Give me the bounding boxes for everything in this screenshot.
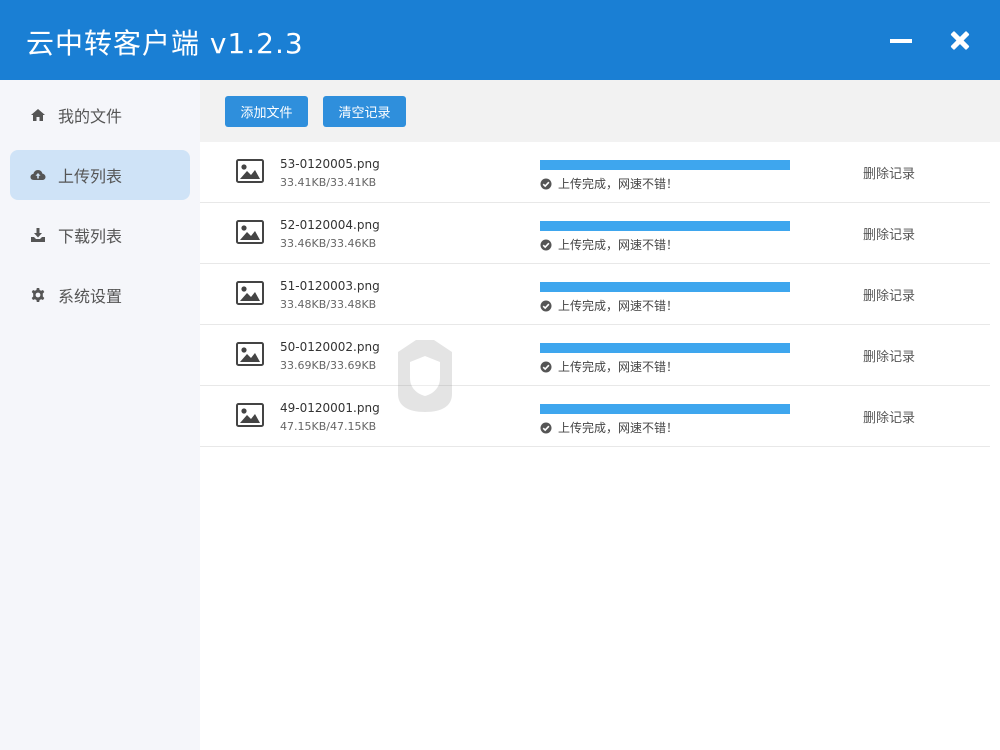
progress-bar [540, 221, 790, 231]
delete-record-link[interactable]: 删除记录 [863, 407, 915, 426]
delete-record-link[interactable]: 删除记录 [863, 285, 915, 304]
app-title: 云中转客户端 v1.2.3 [26, 27, 304, 60]
sidebar-item-label: 下载列表 [58, 227, 123, 246]
delete-record-link[interactable]: 删除记录 [863, 224, 915, 243]
file-size: 47.15KB/47.15KB [280, 420, 377, 433]
progress-bar [540, 282, 790, 292]
progress-fill [540, 343, 790, 353]
status-text: 上传完成，网速不错！ [558, 299, 679, 313]
progress-fill [540, 404, 790, 414]
delete-record-link[interactable]: 删除记录 [863, 163, 915, 182]
file-name: 50-0120002.png [280, 340, 380, 354]
progress-fill [540, 282, 790, 292]
image-file-icon [236, 403, 264, 427]
image-file-icon [236, 159, 264, 183]
progress-bar [540, 343, 790, 353]
file-size: 33.48KB/33.48KB [280, 298, 377, 311]
file-name: 51-0120003.png [280, 279, 380, 293]
home-icon [30, 107, 46, 123]
sidebar-item-download-list[interactable]: 下载列表 [10, 210, 190, 260]
cloud-upload-icon [30, 167, 46, 183]
file-size: 33.69KB/33.69KB [280, 359, 377, 372]
progress-bar [540, 404, 790, 414]
image-file-icon [236, 220, 264, 244]
upload-row: 53-0120005.png 33.41KB/33.41KB 上传完成，网速不错… [200, 142, 990, 203]
sidebar-item-label: 系统设置 [58, 287, 123, 306]
status-text: 上传完成，网速不错！ [558, 177, 679, 191]
upload-status: 上传完成，网速不错！ [540, 358, 678, 375]
toolbar: 添加文件 清空记录 [200, 80, 1000, 142]
upload-row: 51-0120003.png 33.48KB/33.48KB 上传完成，网速不错… [200, 264, 990, 325]
sidebar-item-label: 我的文件 [58, 107, 123, 126]
upload-row: 50-0120002.png 33.69KB/33.69KB 上传完成，网速不错… [200, 325, 990, 386]
title-bar: 云中转客户端 v1.2.3 [0, 0, 1000, 80]
close-button[interactable] [946, 26, 974, 54]
file-size: 33.41KB/33.41KB [280, 176, 377, 189]
delete-record-link[interactable]: 删除记录 [863, 346, 915, 365]
progress-bar [540, 160, 790, 170]
file-name: 52-0120004.png [280, 218, 380, 232]
sidebar: 我的文件 上传列表 下载列表 系统设置 [0, 80, 200, 750]
check-circle-icon [540, 178, 552, 189]
check-circle-icon [540, 300, 552, 311]
upload-list: 53-0120005.png 33.41KB/33.41KB 上传完成，网速不错… [200, 142, 990, 447]
sidebar-item-upload-list[interactable]: 上传列表 [10, 150, 190, 200]
progress-fill [540, 160, 790, 170]
file-name: 49-0120001.png [280, 401, 380, 415]
upload-row: 49-0120001.png 47.15KB/47.15KB 上传完成，网速不错… [200, 386, 990, 447]
minimize-icon [890, 39, 912, 43]
status-text: 上传完成，网速不错！ [558, 421, 679, 435]
upload-row: 52-0120004.png 33.46KB/33.46KB 上传完成，网速不错… [200, 203, 990, 264]
sidebar-item-label: 上传列表 [58, 167, 123, 186]
check-circle-icon [540, 361, 552, 372]
status-text: 上传完成，网速不错！ [558, 238, 679, 252]
file-size: 33.46KB/33.46KB [280, 237, 377, 250]
download-icon [30, 227, 46, 243]
upload-status: 上传完成，网速不错！ [540, 175, 678, 192]
check-circle-icon [540, 239, 552, 250]
add-file-button[interactable]: 添加文件 [225, 96, 308, 127]
image-file-icon [236, 342, 264, 366]
check-circle-icon [540, 422, 552, 433]
status-text: 上传完成，网速不错！ [558, 360, 679, 374]
file-name: 53-0120005.png [280, 157, 380, 171]
clear-records-button[interactable]: 清空记录 [323, 96, 406, 127]
progress-fill [540, 221, 790, 231]
upload-status: 上传完成，网速不错！ [540, 419, 678, 436]
minimize-button[interactable] [888, 26, 916, 54]
image-file-icon [236, 281, 264, 305]
gear-icon [30, 287, 46, 303]
upload-status: 上传完成，网速不错！ [540, 297, 678, 314]
upload-status: 上传完成，网速不错！ [540, 236, 678, 253]
sidebar-item-settings[interactable]: 系统设置 [10, 270, 190, 320]
sidebar-item-my-files[interactable]: 我的文件 [10, 90, 190, 140]
